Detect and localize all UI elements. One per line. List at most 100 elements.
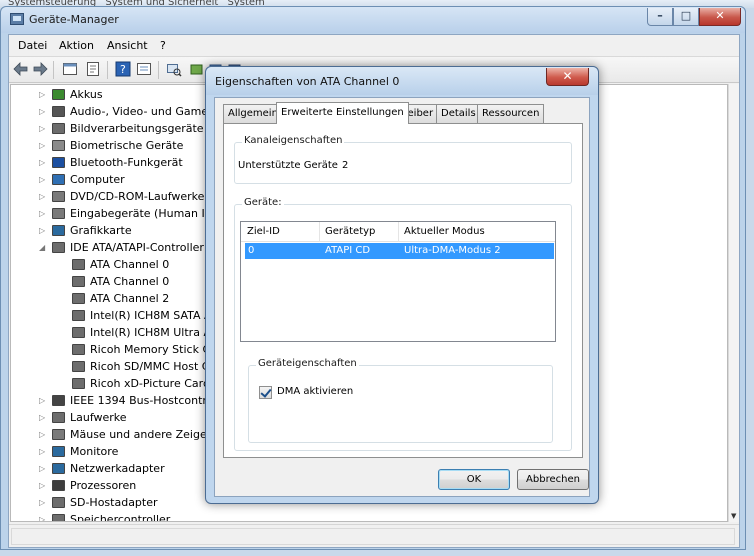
tree-item[interactable]: ▷ Grafikkarte xyxy=(11,222,231,239)
vertical-scrollbar[interactable]: ▼ xyxy=(728,84,739,522)
tree-item[interactable]: ◢ IDE ATA/ATAPI-Controller xyxy=(11,239,231,256)
properties-icon[interactable] xyxy=(85,61,101,77)
expand-icon[interactable]: ▷ xyxy=(39,482,46,490)
tree-item[interactable]: ▷ SD-Hostadapter xyxy=(11,494,231,511)
tree-item[interactable]: ATA Channel 0 xyxy=(11,273,231,290)
dialog-titlebar[interactable]: Eigenschaften von ATA Channel 0 ✕ xyxy=(206,67,598,95)
expand-icon[interactable]: ▷ xyxy=(39,431,46,439)
mouse-icon xyxy=(52,429,65,440)
supported-devices-label: Unterstützte Geräte xyxy=(238,160,338,171)
disk-drive-icon xyxy=(52,412,65,423)
expand-icon[interactable]: ▷ xyxy=(39,465,46,473)
ide-channel-icon xyxy=(72,276,85,287)
storage-controller-icon xyxy=(52,514,65,521)
tree-item[interactable]: Ricoh Memory Stick Controller xyxy=(11,341,257,358)
channel-properties-group: Kanaleigenschaften Unterstützte Geräte 2 xyxy=(234,135,572,184)
expand-icon[interactable]: ▷ xyxy=(39,108,46,116)
update-driver-icon[interactable] xyxy=(189,61,205,77)
window-title: Geräte-Manager xyxy=(29,13,119,26)
back-icon[interactable] xyxy=(13,61,29,77)
expand-icon[interactable]: ▷ xyxy=(39,499,46,507)
tree-item-label: Monitore xyxy=(70,445,119,458)
menu-file[interactable]: Datei xyxy=(18,39,47,52)
show-hide-tree-icon[interactable] xyxy=(62,61,78,77)
tree-item[interactable]: ▷ Eingabegeräte (Human Interface Devices) xyxy=(11,205,302,222)
tree-item[interactable]: ▷ IEEE 1394 Bus-Hostcontroller xyxy=(11,392,231,409)
dma-label[interactable]: DMA aktivieren xyxy=(277,386,353,397)
expand-icon[interactable]: ▷ xyxy=(39,448,46,456)
tree-item[interactable]: ATA Channel 0 xyxy=(11,256,231,273)
tree-item[interactable]: ▷ Mäuse und andere Zeigegeräte xyxy=(11,426,243,443)
tree-item[interactable]: ▷ Monitore xyxy=(11,443,231,460)
tab-details[interactable]: Details xyxy=(436,104,481,123)
speaker-icon xyxy=(52,106,65,117)
scan-hardware-icon[interactable] xyxy=(166,61,182,77)
forward-icon[interactable] xyxy=(32,61,48,77)
column-device-type[interactable]: Gerätetyp xyxy=(325,226,375,237)
menu-view[interactable]: Ansicht xyxy=(107,39,148,52)
status-bar xyxy=(9,524,739,547)
expand-icon[interactable]: ▷ xyxy=(39,125,46,133)
expand-icon[interactable]: ▷ xyxy=(39,176,46,184)
expand-icon[interactable]: ▷ xyxy=(39,210,46,218)
tree-item[interactable]: Ricoh SD/MMC Host Controller xyxy=(11,358,256,375)
supported-devices-value: 2 xyxy=(342,160,349,171)
tree-item-label: Biometrische Geräte xyxy=(70,139,184,152)
dialog-body: Allgemein Erweiterte Einstellungen Treib… xyxy=(214,97,590,497)
camera-icon xyxy=(52,123,65,134)
scroll-down-icon[interactable]: ▼ xyxy=(731,512,736,520)
tree-item[interactable]: ▷ Netzwerkadapter xyxy=(11,460,231,477)
ok-button[interactable]: OK xyxy=(438,469,510,490)
tree-item[interactable]: ▷ Akkus xyxy=(11,86,231,103)
tree-item-label: Akkus xyxy=(70,88,103,101)
expand-icon[interactable]: ▷ xyxy=(39,91,46,99)
tree-item-label: DVD/CD-ROM-Laufwerke xyxy=(70,190,205,203)
tree-item-label: ATA Channel 2 xyxy=(90,292,170,305)
tree-item[interactable]: Intel(R) ICH8M Ultra ATA Storage Control… xyxy=(11,324,333,341)
tree-item[interactable]: ▷ Audio-, Video- und Gamecontroller xyxy=(11,103,261,120)
expand-icon[interactable]: ▷ xyxy=(39,227,46,235)
column-target-id[interactable]: Ziel-ID xyxy=(247,226,280,237)
tree-item[interactable]: ▷ Prozessoren xyxy=(11,477,231,494)
expand-icon[interactable]: ▷ xyxy=(39,414,46,422)
ide-channel-icon xyxy=(72,259,85,270)
minimize-button[interactable]: – xyxy=(647,8,673,26)
expand-icon[interactable]: ▷ xyxy=(39,397,46,405)
tab-advanced-settings[interactable]: Erweiterte Einstellungen xyxy=(276,102,409,124)
collapse-icon[interactable]: ◢ xyxy=(39,244,46,252)
tree-item[interactable]: ▷ Bluetooth-Funkgerät xyxy=(11,154,231,171)
tree-item[interactable]: ▷ Computer xyxy=(11,171,231,188)
tree-item[interactable]: ▷ Laufwerke xyxy=(11,409,231,426)
dma-checkbox[interactable] xyxy=(259,386,272,399)
ide-channel-icon xyxy=(72,344,85,355)
tree-item[interactable]: ▷ DVD/CD-ROM-Laufwerke xyxy=(11,188,231,205)
help-icon[interactable]: ? xyxy=(115,61,131,77)
expand-icon[interactable]: ▷ xyxy=(39,159,46,167)
tree-item[interactable]: ATA Channel 2 xyxy=(11,290,231,307)
tree-item[interactable]: Intel(R) ICH8M SATA AHCI Controller xyxy=(11,307,288,324)
expand-icon[interactable]: ▷ xyxy=(39,516,46,522)
tree-item-label: Bluetooth-Funkgerät xyxy=(70,156,183,169)
column-current-mode[interactable]: Aktueller Modus xyxy=(404,226,485,237)
tree-item[interactable]: ▷ Bildverarbeitungsgeräte xyxy=(11,120,231,137)
tab-general[interactable]: Allgemein xyxy=(223,104,283,123)
sd-host-icon xyxy=(52,497,65,508)
cancel-button[interactable]: Abbrechen xyxy=(517,469,589,490)
details-icon[interactable] xyxy=(136,61,152,77)
menu-action[interactable]: Aktion xyxy=(59,39,94,52)
devices-list[interactable]: Ziel-ID Gerätetyp Aktueller Modus 0 ATAP… xyxy=(240,221,556,342)
tree-item[interactable]: ▷ Biometrische Geräte xyxy=(11,137,231,154)
dvd-drive-icon xyxy=(52,191,65,202)
close-button[interactable]: ✕ xyxy=(699,8,741,26)
tab-resources[interactable]: Ressourcen xyxy=(477,104,545,123)
main-titlebar[interactable]: Geräte-Manager – □ ✕ xyxy=(1,7,745,33)
menu-help[interactable]: ? xyxy=(160,39,166,52)
table-row[interactable]: 0 ATAPI CD Ultra-DMA-Modus 2 xyxy=(245,243,554,259)
tree-item[interactable]: Ricoh xD-Picture Card Controller xyxy=(11,375,268,392)
dialog-close-button[interactable]: ✕ xyxy=(546,68,589,86)
expand-icon[interactable]: ▷ xyxy=(39,193,46,201)
tree-item-label: ATA Channel 0 xyxy=(90,275,170,288)
tree-item[interactable]: ▷ Speichercontroller xyxy=(11,511,231,522)
expand-icon[interactable]: ▷ xyxy=(39,142,46,150)
maximize-button[interactable]: □ xyxy=(673,8,699,26)
